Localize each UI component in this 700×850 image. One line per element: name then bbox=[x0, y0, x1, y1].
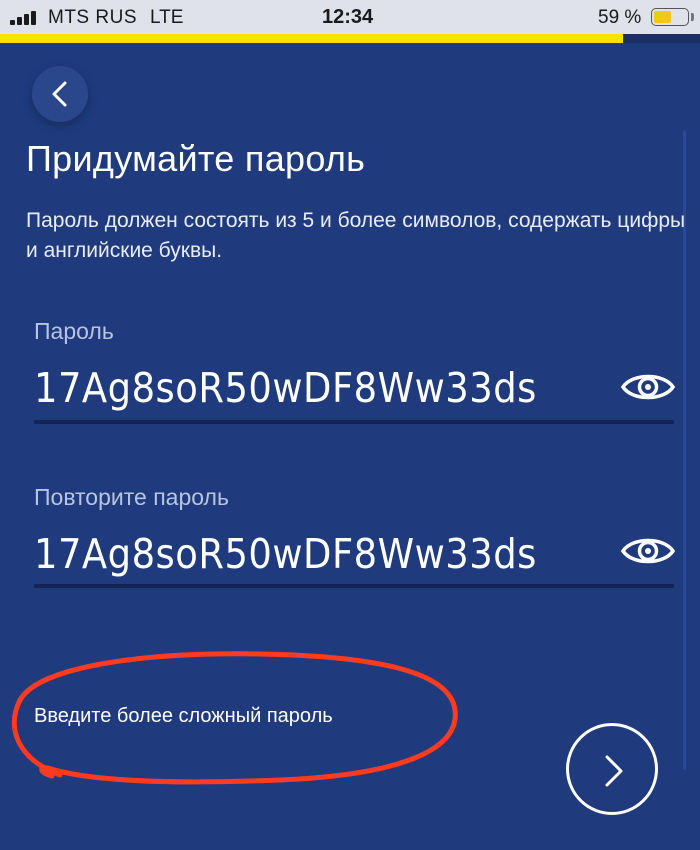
battery-tip bbox=[691, 13, 694, 21]
password-requirements-text: Пароль должен состоять из 5 и более симв… bbox=[26, 209, 686, 262]
page-title: Придумайте пароль bbox=[26, 138, 366, 179]
back-button[interactable] bbox=[32, 66, 88, 122]
password-error-message: Введите более сложный пароль bbox=[34, 705, 333, 727]
carrier-name: MTS RUS bbox=[48, 7, 137, 28]
battery-level bbox=[654, 11, 672, 23]
chevron-left-icon bbox=[52, 81, 67, 107]
step-progress-bar bbox=[0, 34, 700, 43]
password-input[interactable]: 17Ag8soR50wDF8Ww33ds bbox=[34, 364, 537, 412]
step-progress-fill bbox=[0, 34, 623, 43]
repeat-password-label: Повторите пароль bbox=[34, 484, 229, 510]
eye-icon[interactable] bbox=[620, 368, 676, 406]
repeat-password-underline bbox=[34, 584, 674, 588]
battery-icon bbox=[651, 8, 689, 26]
next-button[interactable] bbox=[566, 723, 658, 815]
signal-strength-icon bbox=[10, 9, 40, 25]
chevron-right-icon bbox=[605, 755, 623, 787]
battery-percent: 59 % bbox=[598, 7, 642, 28]
password-label: Пароль bbox=[34, 318, 114, 344]
eye-icon[interactable] bbox=[620, 532, 676, 570]
status-bar: MTS RUS LTE 12:34 59 % bbox=[0, 0, 700, 34]
status-time: 12:34 bbox=[322, 6, 374, 28]
repeat-password-input[interactable]: 17Ag8soR50wDF8Ww33ds bbox=[34, 530, 537, 578]
password-underline bbox=[34, 420, 674, 424]
network-type: LTE bbox=[150, 7, 184, 28]
